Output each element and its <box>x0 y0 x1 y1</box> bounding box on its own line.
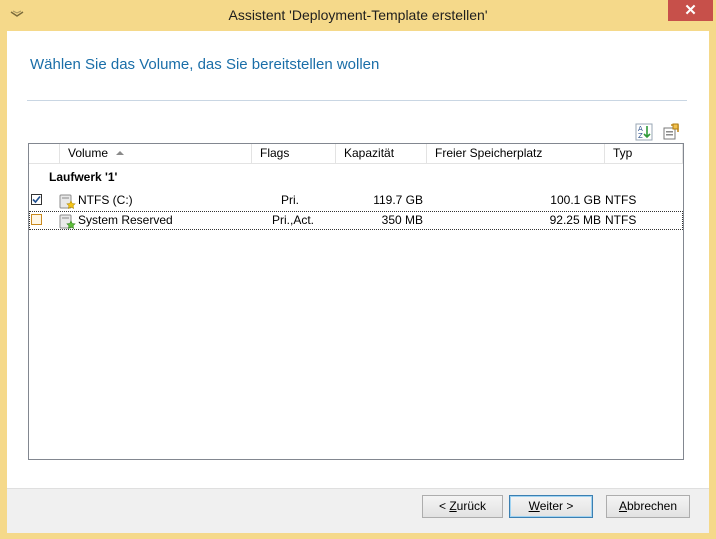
next-button-label: eiter > <box>539 499 574 513</box>
back-button-label: urück <box>456 499 487 513</box>
back-button[interactable]: < Zurück <box>422 495 503 518</box>
cell-flags: Pri.,Act. <box>272 213 315 227</box>
title-bar[interactable]: Assistent 'Deployment-Template erstellen… <box>0 0 716 31</box>
drive-volume-icon <box>59 194 76 209</box>
cell-free-space: 92.25 MB <box>549 213 601 227</box>
header-flags[interactable]: Flags <box>252 144 336 163</box>
drive-volume-icon <box>59 214 76 229</box>
cell-capacity: 350 MB <box>381 213 423 227</box>
back-button-mnemonic: Z <box>449 499 457 513</box>
close-button[interactable]: ✕ <box>668 0 713 21</box>
header-volume-label: Volume <box>68 146 109 160</box>
list-header: Volume Flags Kapazität Freier Speicherpl… <box>29 144 683 164</box>
cancel-button-mnemonic: A <box>618 499 627 513</box>
next-button-mnemonic: W <box>528 499 540 513</box>
sort-az-icon[interactable]: A Z <box>635 123 653 141</box>
cell-flags: Pri. <box>281 193 299 207</box>
cancel-button[interactable]: Abbrechen <box>606 495 690 518</box>
row-checkbox[interactable] <box>31 214 42 225</box>
cell-free-space: 100.1 GB <box>550 193 601 207</box>
page-heading: Wählen Sie das Volume, das Sie bereitste… <box>30 56 380 73</box>
group-header-drive: Laufwerk '1' <box>49 170 118 184</box>
next-button[interactable]: Weiter > <box>509 495 593 518</box>
checkmark-icon <box>32 195 41 204</box>
back-button-prefix: < <box>438 499 450 513</box>
cell-type: NTFS <box>605 213 637 227</box>
window-title: Assistent 'Deployment-Template erstellen… <box>228 7 488 23</box>
svg-text:Z: Z <box>638 132 643 140</box>
cell-volume: NTFS (C:) <box>78 193 133 207</box>
heading-separator <box>27 100 687 101</box>
volume-list[interactable]: Volume Flags Kapazität Freier Speicherpl… <box>28 143 684 460</box>
cell-type: NTFS <box>605 193 637 207</box>
header-checkbox-column[interactable] <box>29 144 60 163</box>
header-volume[interactable]: Volume <box>60 144 252 163</box>
header-type[interactable]: Typ <box>605 144 683 163</box>
wizard-window: Assistent 'Deployment-Template erstellen… <box>0 0 716 539</box>
sort-ascending-icon <box>116 151 125 155</box>
row-checkbox[interactable] <box>31 194 42 205</box>
cancel-button-label: bbrechen <box>626 499 678 513</box>
table-row[interactable]: System Reserved Pri.,Act. 350 MB 92.25 M… <box>29 211 683 230</box>
properties-icon[interactable] <box>662 123 680 141</box>
table-row[interactable]: NTFS (C:) Pri. 119.7 GB 100.1 GB NTFS <box>29 191 683 210</box>
cell-capacity: 119.7 GB <box>373 193 423 207</box>
cell-volume: System Reserved <box>78 213 173 227</box>
wizard-content: Wählen Sie das Volume, das Sie bereitste… <box>7 31 709 533</box>
header-capacity[interactable]: Kapazität <box>336 144 427 163</box>
header-free-space[interactable]: Freier Speicherplatz <box>427 144 605 163</box>
button-bar <box>7 488 709 533</box>
